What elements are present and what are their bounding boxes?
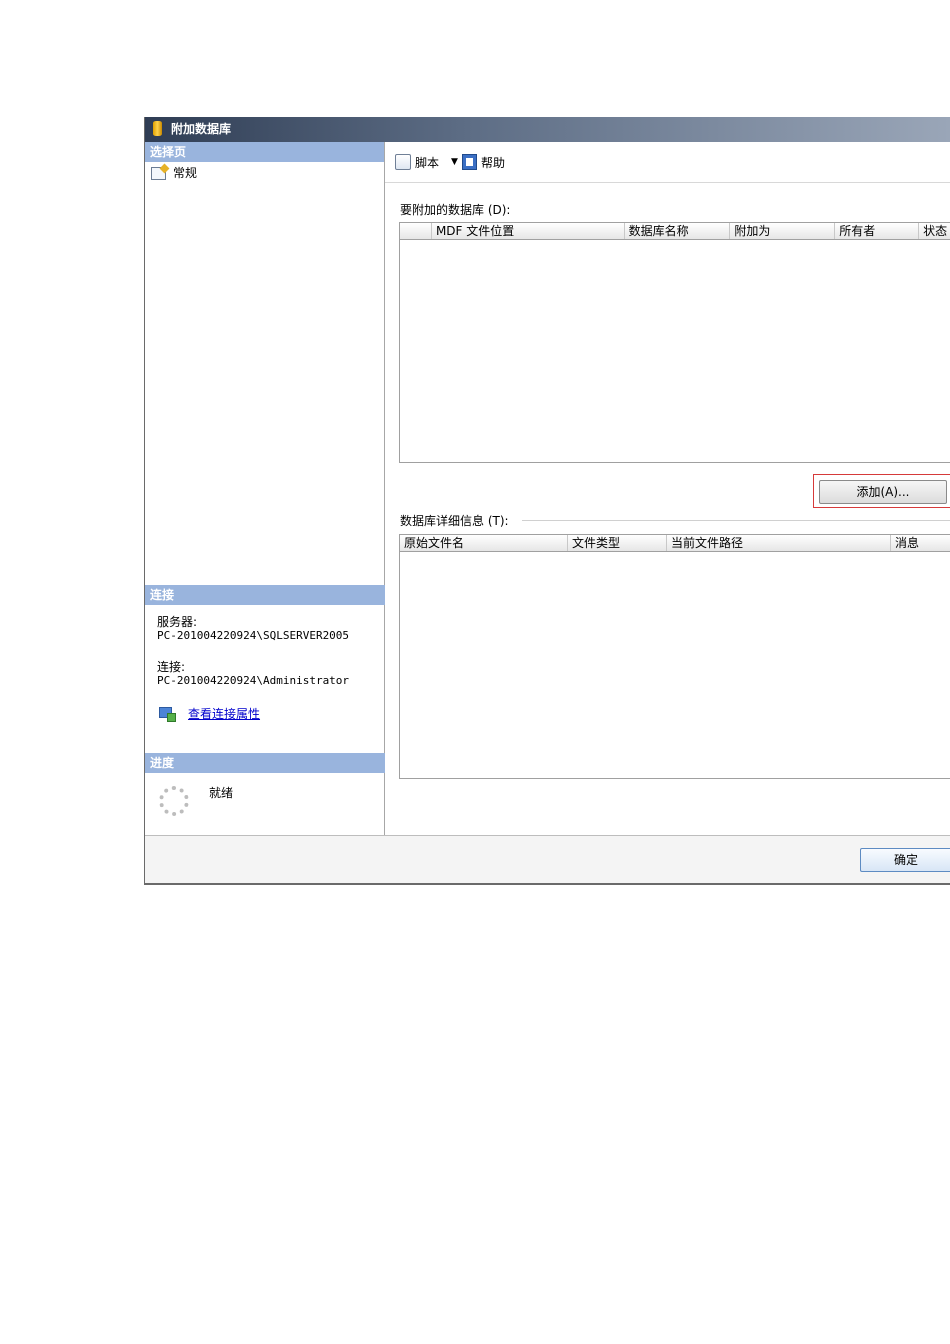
attach-databases-grid[interactable]: MDF 文件位置 数据库名称 附加为 所有者 状态 [399, 222, 950, 463]
progress-spinner-icon [159, 786, 189, 816]
details-grid-header: 原始文件名 文件类型 当前文件路径 消息 [400, 535, 950, 552]
col-attach-as[interactable]: 附加为 [730, 223, 836, 239]
row-header-col [400, 223, 432, 239]
connection-info: 连接: PC-201004220924\Administrator [157, 660, 350, 688]
add-button-highlight: 添加(A)... [813, 474, 950, 508]
attach-grid-header: MDF 文件位置 数据库名称 附加为 所有者 状态 [400, 223, 950, 240]
server-info: 服务器: PC-201004220924\SQLSERVER2005 [157, 615, 350, 643]
add-button[interactable]: 添加(A)... [819, 480, 947, 504]
details-separator [522, 520, 950, 521]
col-status[interactable]: 状态 [919, 223, 950, 239]
dialog-footer: 确定 [145, 835, 950, 883]
progress-status: 就绪 [209, 786, 234, 800]
details-grid-label: 数据库详细信息 (T): [400, 514, 509, 528]
ok-button[interactable]: 确定 [860, 848, 950, 872]
script-button[interactable]: 脚本 [395, 154, 439, 171]
view-connection-properties-link[interactable]: 查看连接属性 [188, 705, 260, 722]
connection-label: 连接: [157, 660, 186, 674]
left-pane: 选择页 常规 连接 服务器: PC-201004220924\SQLSERVER… [145, 142, 389, 835]
connection-properties-icon [159, 706, 176, 722]
col-original-filename[interactable]: 原始文件名 [400, 535, 568, 551]
script-icon [395, 154, 411, 170]
col-file-type[interactable]: 文件类型 [568, 535, 667, 551]
general-page-icon [151, 166, 166, 180]
database-details-grid[interactable]: 原始文件名 文件类型 当前文件路径 消息 [399, 534, 950, 779]
connection-value: PC-201004220924\Administrator [157, 674, 350, 687]
right-pane: 脚本 ▼ 帮助 要附加的数据库 (D): MDF 文件位置 数据库名称 附加为 … [385, 142, 950, 835]
window-title: 附加数据库 [171, 122, 232, 136]
help-label: 帮助 [480, 155, 505, 170]
col-current-path[interactable]: 当前文件路径 [667, 535, 891, 551]
help-button[interactable]: 帮助 [461, 154, 505, 171]
connection-header: 连接 [145, 585, 389, 605]
script-label: 脚本 [415, 155, 440, 170]
attach-grid-label: 要附加的数据库 (D): [400, 203, 511, 217]
chevron-down-icon[interactable]: ▼ [451, 157, 458, 167]
title-bar: 附加数据库 [145, 117, 950, 142]
server-value: PC-201004220924\SQLSERVER2005 [157, 629, 350, 642]
help-icon [461, 154, 477, 170]
col-database-name[interactable]: 数据库名称 [625, 223, 731, 239]
col-message[interactable]: 消息 [891, 535, 950, 551]
col-mdf-location[interactable]: MDF 文件位置 [432, 223, 625, 239]
progress-header: 进度 [145, 753, 389, 773]
view-connection-properties[interactable]: 查看连接属性 [159, 705, 260, 722]
toolbar: 脚本 ▼ 帮助 [385, 142, 950, 183]
database-icon [153, 121, 162, 136]
attach-database-dialog: 附加数据库 选择页 常规 连接 服务器: PC-201004220924\SQL… [144, 117, 950, 885]
col-owner[interactable]: 所有者 [835, 223, 920, 239]
page-item-label: 常规 [173, 166, 198, 180]
page-item-general[interactable]: 常规 [151, 164, 197, 182]
select-page-header: 选择页 [145, 142, 384, 162]
server-label: 服务器: [157, 615, 198, 629]
